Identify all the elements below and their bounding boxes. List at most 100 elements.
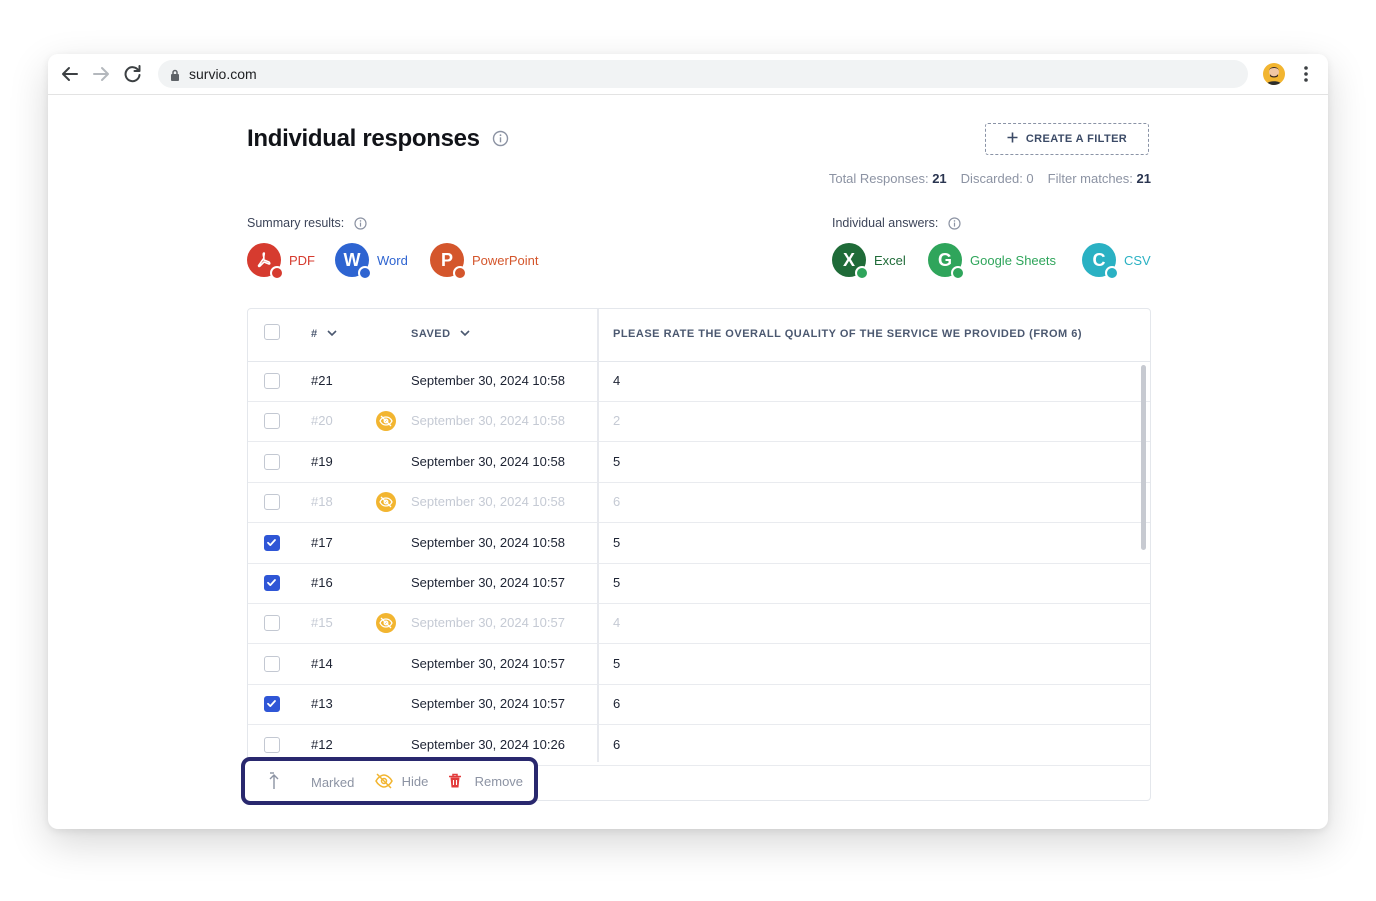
lock-icon [170,68,180,86]
saved-date: September 30, 2024 10:58 [411,413,565,429]
remove-action-button[interactable]: Remove [448,773,523,792]
total-responses-value: 21 [932,171,947,186]
excel-label: Excel [874,252,906,268]
rating-value: 5 [613,655,621,671]
hide-label: Hide [401,774,429,789]
google-sheets-letter: G [937,249,952,270]
row-checkbox[interactable] [264,575,280,591]
google-sheets-label: Google Sheets [970,252,1057,268]
bulk-actions-bar: Marked Hide Remove [241,757,538,805]
csv-icon: C [1082,243,1119,280]
word-icon: W [335,243,372,280]
saved-date: September 30, 2024 10:58 [411,373,565,388]
table-row[interactable]: #20 September 30, 2024 10:58 2 [248,401,1150,443]
saved-date: September 30, 2024 10:57 [411,575,565,590]
saved-date: September 30, 2024 10:26 [411,736,565,752]
csv-label: CSV [1124,252,1151,268]
export-google-sheets-button[interactable]: G Google Sheets [928,243,1057,280]
address-bar[interactable]: survio.com [158,60,1248,88]
row-checkbox[interactable] [264,534,280,551]
rating-value: 5 [613,453,621,469]
saved-date: September 30, 2024 10:58 [411,453,565,469]
row-number: #19 [311,453,333,469]
chevron-down-icon [460,328,470,340]
export-pdf-button[interactable]: PDF [247,243,315,280]
rating-value: 4 [613,615,621,631]
row-number: #15 [311,615,333,631]
individual-answers-label: Individual answers: [832,216,961,233]
word-letter: W [343,249,361,270]
info-icon[interactable] [354,217,367,233]
column-divider [597,309,599,762]
saved-date: September 30, 2024 10:58 [411,494,565,510]
plus-icon [1007,132,1018,146]
url-text: survio.com [189,66,257,82]
table-row[interactable]: #13 September 30, 2024 10:57 6 [248,684,1150,726]
row-checkbox[interactable] [264,453,280,470]
row-number: #12 [311,736,333,752]
create-filter-button[interactable]: CREATE A FILTER [985,123,1149,155]
word-label: Word [377,252,408,268]
export-csv-button[interactable]: C CSV [1082,243,1151,280]
row-number: #16 [311,575,333,590]
back-arrow-icon[interactable] [58,63,82,85]
excel-letter: X [842,249,855,270]
table-header: # SAVED PLEASE RATE THE OVERALL QUALITY … [248,309,1150,362]
scrollbar[interactable] [1141,365,1146,550]
table-row[interactable]: #14 September 30, 2024 10:57 5 [248,644,1150,685]
avatar[interactable] [1263,63,1285,85]
saved-column-header[interactable]: SAVED [411,328,470,340]
browser-toolbar: survio.com [48,54,1328,95]
powerpoint-label: PowerPoint [472,252,539,268]
row-checkbox[interactable] [264,494,280,511]
summary-results-label: Summary results: [247,216,367,233]
saved-date: September 30, 2024 10:57 [411,655,565,671]
export-powerpoint-button[interactable]: P PowerPoint [430,243,539,280]
rating-value: 4 [613,373,621,388]
table-row[interactable]: #18 September 30, 2024 10:58 6 [248,482,1150,524]
rating-value: 6 [613,494,621,510]
export-word-button[interactable]: W Word [335,243,408,280]
select-all-checkbox[interactable] [264,324,280,340]
more-menu-icon[interactable] [1300,64,1312,84]
table-row[interactable]: #16 September 30, 2024 10:57 5 [248,563,1150,604]
row-checkbox[interactable] [264,696,280,713]
rating-value: 2 [613,413,621,429]
info-icon[interactable] [492,130,509,152]
table-row[interactable]: #15 September 30, 2024 10:57 4 [248,603,1150,645]
filter-matches-label: Filter matches: [1047,171,1133,186]
powerpoint-icon: P [430,243,467,280]
hide-action-button[interactable]: Hide [375,773,428,792]
total-responses-label: Total Responses: [828,171,929,186]
browser-window: survio.com Individual responses CREATE A… [48,54,1328,829]
row-checkbox[interactable] [264,655,280,672]
table-row[interactable]: #19 September 30, 2024 10:58 5 [248,442,1150,483]
table-row[interactable]: #17 September 30, 2024 10:58 5 [248,523,1150,564]
eye-slash-icon [375,773,393,789]
table-row[interactable]: #21 September 30, 2024 10:58 4 [248,361,1150,402]
row-number: #17 [311,534,333,550]
row-number: #21 [311,373,333,388]
download-badge-icon [951,266,965,280]
rating-value: 5 [613,534,621,550]
row-checkbox[interactable] [264,413,280,430]
download-badge-icon [270,266,284,280]
hidden-eye-icon [376,492,396,513]
info-icon[interactable] [948,217,961,233]
summary-results-text: Summary results: [247,216,345,230]
row-checkbox[interactable] [264,373,280,389]
saved-header-label: SAVED [411,328,451,340]
csv-letter: C [1092,249,1106,270]
reload-icon[interactable] [121,63,145,85]
trash-icon [449,773,461,788]
row-checkbox[interactable] [264,736,280,753]
forward-arrow-icon[interactable] [89,63,113,85]
export-excel-button[interactable]: X Excel [832,243,906,280]
question-column-header[interactable]: PLEASE RATE THE OVERALL QUALITY OF THE S… [613,328,1082,340]
excel-icon: X [832,243,869,280]
row-number: #20 [311,413,333,429]
create-filter-label: CREATE A FILTER [1025,133,1128,145]
saved-date: September 30, 2024 10:57 [411,615,565,631]
number-column-header[interactable]: # [311,328,337,340]
row-checkbox[interactable] [264,615,280,632]
